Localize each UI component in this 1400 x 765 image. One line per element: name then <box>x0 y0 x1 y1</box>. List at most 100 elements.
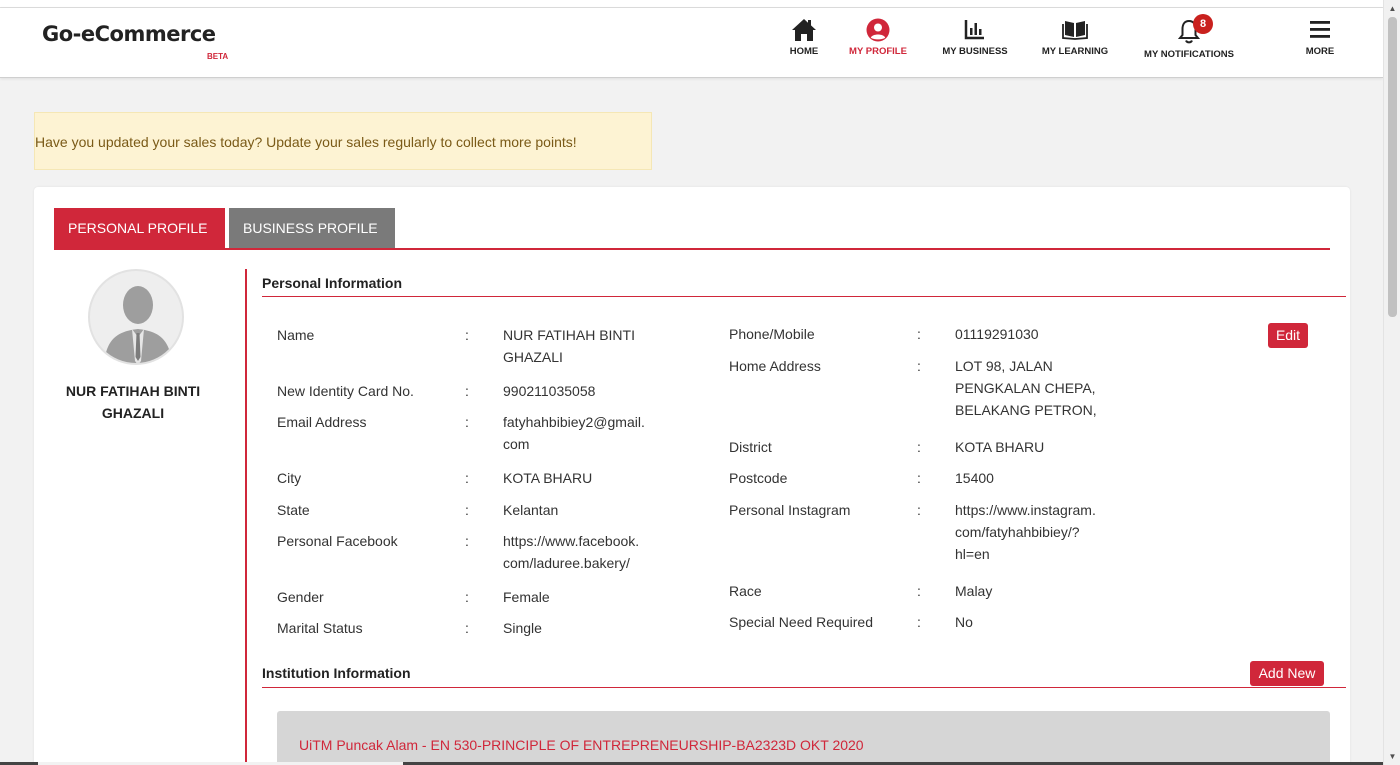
profile-name-line1: NUR FATIHAH BINTI <box>65 383 201 399</box>
marital-status-label: Marital Status <box>277 620 363 636</box>
special-need-value: No <box>955 614 973 630</box>
avatar <box>88 269 184 365</box>
race-label: Race <box>729 583 762 599</box>
page-scrollbar[interactable]: ▲ ▼ <box>1383 0 1400 765</box>
name-value-line1: NUR FATIHAH BINTI <box>503 327 635 343</box>
home-icon <box>782 14 826 46</box>
tab-underline <box>54 248 1330 250</box>
postcode-label: Postcode <box>729 470 788 486</box>
colon: : <box>465 327 469 343</box>
colon: : <box>917 470 921 486</box>
gender-label: Gender <box>277 589 324 605</box>
scroll-up-arrow-icon[interactable]: ▲ <box>1384 0 1400 17</box>
postcode-value: 15400 <box>955 470 994 486</box>
book-icon <box>1034 14 1116 46</box>
section-title-institution-information: Institution Information <box>262 665 411 681</box>
section-divider <box>262 296 1346 297</box>
home-address-label: Home Address <box>729 358 821 374</box>
institution-item-link[interactable]: UiTM Puncak Alam - EN 530-PRINCIPLE OF E… <box>299 737 864 753</box>
ic-label: New Identity Card No. <box>277 383 414 399</box>
section-divider <box>262 687 1346 688</box>
nav-my-learning-label: MY LEARNING <box>1041 46 1109 57</box>
address-line2: PENGKALAN CHEPA, <box>955 380 1096 396</box>
colon: : <box>465 502 469 518</box>
user-circle-icon <box>844 14 912 46</box>
nav-more[interactable]: MORE <box>1298 14 1342 57</box>
facebook-value-line1: https://www.facebook. <box>503 533 640 549</box>
colon: : <box>917 614 921 630</box>
nav-home[interactable]: HOME <box>782 14 826 57</box>
edit-button[interactable]: Edit <box>1268 323 1308 348</box>
email-label: Email Address <box>277 414 367 430</box>
profile-name: NUR FATIHAH BINTI GHAZALI <box>34 380 232 424</box>
nav-more-label: MORE <box>1305 46 1335 57</box>
instagram-label: Personal Instagram <box>729 502 851 518</box>
person-silhouette-icon <box>104 286 172 363</box>
app-logo[interactable]: Go-eCommerce <box>42 22 216 46</box>
instagram-value[interactable]: https://www.instagram. com/fatyhahbibiey… <box>955 499 1125 565</box>
state-value: Kelantan <box>503 502 559 518</box>
top-navbar: Go-eCommerce BETA HOME MY PROFILE MY BUS… <box>0 8 1383 78</box>
email-value-line2: com <box>503 436 530 452</box>
colon: : <box>917 502 921 518</box>
state-label: State <box>277 502 310 518</box>
nav-my-learning[interactable]: MY LEARNING <box>1034 14 1116 57</box>
district-label: District <box>729 439 772 455</box>
nav-home-label: HOME <box>789 46 819 57</box>
nav-my-notifications[interactable]: 8 MY NOTIFICATIONS <box>1136 14 1242 60</box>
email-value: fatyhahbibiey2@gmail. com <box>503 411 673 455</box>
name-value: NUR FATIHAH BINTI GHAZALI <box>503 324 673 368</box>
home-address-value: LOT 98, JALAN PENGKALAN CHEPA, BELAKANG … <box>955 355 1125 421</box>
district-value: KOTA BHARU <box>955 439 1045 455</box>
tab-business-profile[interactable]: BUSINESS PROFILE <box>229 208 395 249</box>
colon: : <box>917 358 921 374</box>
colon: : <box>917 439 921 455</box>
nav-my-business-label: MY BUSINESS <box>942 46 1008 57</box>
instagram-value-line1: https://www.instagram. <box>955 502 1096 518</box>
facebook-value-line2: com/laduree.bakery/ <box>503 555 630 571</box>
colon: : <box>465 533 469 549</box>
colon: : <box>917 583 921 599</box>
bar-chart-icon <box>936 14 1014 46</box>
special-need-label: Special Need Required <box>729 614 873 630</box>
scroll-down-arrow-icon[interactable]: ▼ <box>1384 748 1400 765</box>
ic-value: 990211035058 <box>503 383 596 399</box>
menu-icon <box>1298 14 1342 46</box>
facebook-label: Personal Facebook <box>277 533 398 549</box>
tab-personal-profile[interactable]: PERSONAL PROFILE <box>54 208 225 249</box>
marital-status-value: Single <box>503 620 542 636</box>
colon: : <box>465 414 469 430</box>
profile-divider <box>245 269 247 765</box>
email-value-line1: fatyhahbibiey2@gmail. <box>503 414 645 430</box>
beta-label: BETA <box>207 52 229 61</box>
colon: : <box>465 589 469 605</box>
instagram-value-line3: hl=en <box>955 546 990 562</box>
nav-my-business[interactable]: MY BUSINESS <box>936 14 1014 57</box>
city-value: KOTA BHARU <box>503 470 593 486</box>
institution-item[interactable]: UiTM Puncak Alam - EN 530-PRINCIPLE OF E… <box>277 711 1330 765</box>
bell-icon: 8 <box>1136 14 1242 46</box>
colon: : <box>465 383 469 399</box>
nav-my-profile[interactable]: MY PROFILE <box>844 14 912 57</box>
name-value-line2: GHAZALI <box>503 349 563 365</box>
add-new-button[interactable]: Add New <box>1250 661 1324 686</box>
name-label: Name <box>277 327 315 343</box>
scrollbar-thumb[interactable] <box>1388 17 1397 317</box>
city-label: City <box>277 470 302 486</box>
notification-count-badge: 8 <box>1193 14 1213 34</box>
instagram-value-line2: com/fatyhahbibiey/? <box>955 524 1080 540</box>
top-border <box>0 0 1383 8</box>
address-line1: LOT 98, JALAN <box>955 358 1053 374</box>
colon: : <box>917 326 921 342</box>
address-line3: BELAKANG PETRON, <box>955 402 1097 418</box>
gender-value: Female <box>503 589 550 605</box>
phone-value: 01119291030 <box>955 326 1039 342</box>
section-title-personal-information: Personal Information <box>262 275 403 291</box>
race-value: Malay <box>955 583 993 599</box>
nav-my-notifications-label: MY NOTIFICATIONS <box>1144 49 1234 60</box>
sales-reminder-alert: Have you updated your sales today? Updat… <box>34 112 652 170</box>
profile-name-line2: GHAZALI <box>101 405 165 421</box>
nav-my-profile-label: MY PROFILE <box>849 46 907 57</box>
colon: : <box>465 620 469 636</box>
facebook-value[interactable]: https://www.facebook. com/laduree.bakery… <box>503 530 673 574</box>
